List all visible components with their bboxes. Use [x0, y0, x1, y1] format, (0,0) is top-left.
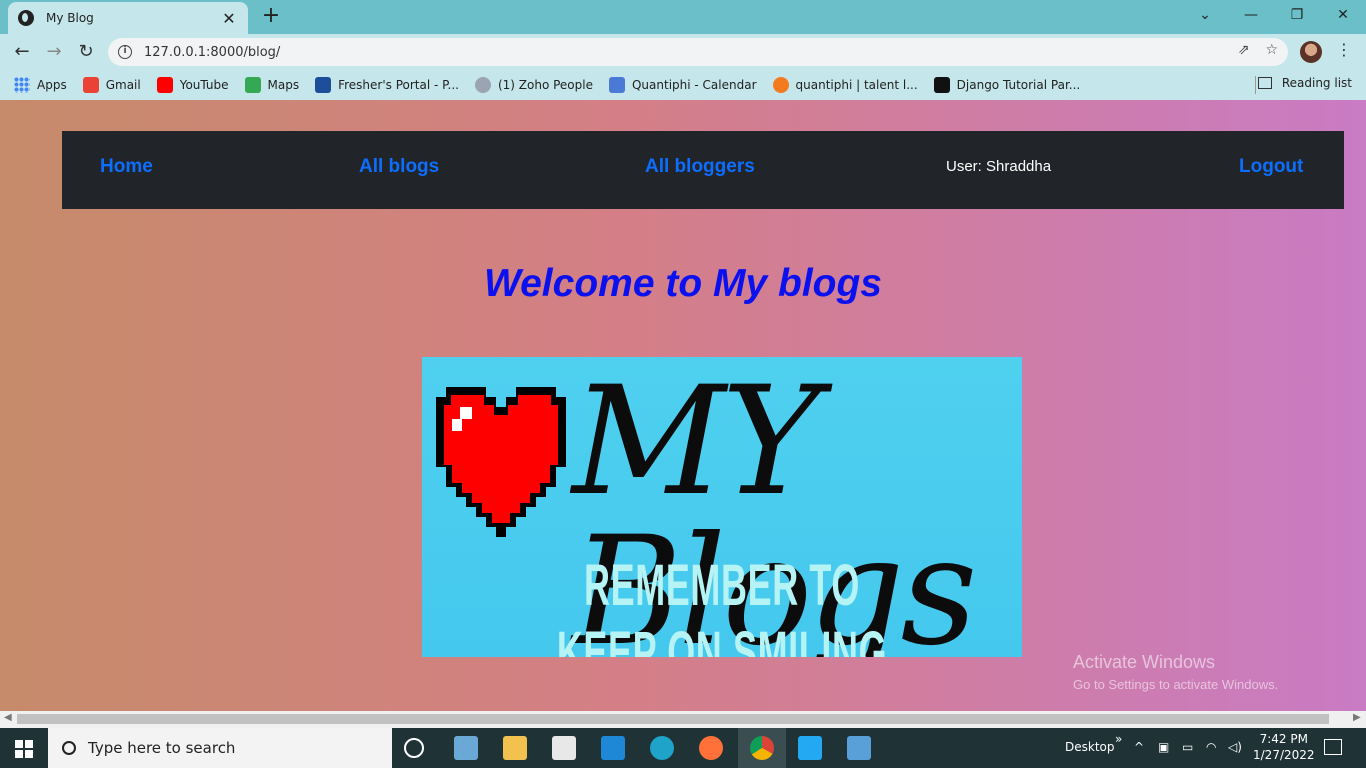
- clock-date: 1/27/2022: [1253, 748, 1315, 762]
- close-tab-icon[interactable]: ✕: [220, 9, 238, 28]
- nav-all-blogs-link[interactable]: All blogs: [359, 156, 439, 178]
- reading-list-icon: [1257, 77, 1272, 89]
- banner-tagline: REMEMBER TO KEEP ON SMILING: [556, 553, 888, 657]
- page-viewport: Home All blogs All bloggers User: Shradd…: [0, 100, 1366, 711]
- mail-icon[interactable]: [601, 736, 625, 760]
- scroll-left-arrow-icon[interactable]: ◀: [4, 712, 12, 723]
- close-window-button[interactable]: ✕: [1320, 2, 1366, 30]
- app-icon[interactable]: [847, 736, 871, 760]
- bookmark-star-icon[interactable]: ☆: [1265, 42, 1278, 58]
- share-icon[interactable]: ⇗: [1238, 42, 1250, 58]
- browser-tab[interactable]: My Blog ✕: [8, 2, 248, 34]
- current-user-label: User: Shraddha: [946, 158, 1052, 175]
- bookmark-youtube[interactable]: YouTube: [156, 77, 229, 93]
- globe-icon: [18, 10, 34, 26]
- apps-grid-icon: [14, 77, 30, 93]
- volume-icon[interactable]: ◁): [1228, 740, 1242, 754]
- cortana-icon[interactable]: [404, 738, 424, 758]
- quantiphi-icon: [772, 77, 789, 93]
- blog-banner-image: MY Blogs REMEMBER TO KEEP ON SMILING: [422, 357, 1022, 657]
- toolbar-expand-icon[interactable]: »: [1115, 732, 1122, 746]
- watermark-subtitle: Go to Settings to activate Windows.: [1073, 677, 1279, 692]
- battery-icon[interactable]: ▭: [1182, 740, 1193, 754]
- system-clock[interactable]: 7:42 PM 1/27/2022: [1253, 731, 1315, 763]
- address-bar-row: ← → ↻ i 127.0.0.1:8000/blog/ ⇗ ☆ ⋮: [0, 34, 1366, 70]
- vscode-icon[interactable]: [798, 736, 822, 760]
- store-icon[interactable]: [552, 736, 576, 760]
- site-info-icon[interactable]: i: [118, 45, 132, 59]
- search-icon: [62, 741, 76, 755]
- scroll-right-arrow-icon[interactable]: ▶: [1353, 712, 1361, 723]
- taskbar-search-box[interactable]: Type here to search: [48, 728, 392, 768]
- pixel-heart-icon: [436, 387, 566, 537]
- search-placeholder: Type here to search: [88, 739, 236, 757]
- forward-arrow-icon[interactable]: →: [42, 40, 66, 64]
- tab-title: My Blog: [46, 11, 94, 25]
- tray-chevron-icon[interactable]: ^: [1134, 740, 1144, 754]
- clock-time: 7:42 PM: [1259, 732, 1308, 746]
- bookmark-django-tutorial[interactable]: Django Tutorial Par...: [933, 77, 1080, 93]
- browser-tab-strip: My Blog ✕ + ⌄ — ❐ ✕: [0, 0, 1366, 34]
- django-icon: [933, 77, 950, 93]
- bookmark-quantiphi-talent[interactable]: quantiphi | talent l...: [772, 77, 918, 93]
- desktop-toolbar-label[interactable]: Desktop: [1065, 740, 1115, 754]
- restore-button[interactable]: ❐: [1274, 2, 1320, 30]
- freshers-portal-icon: [315, 77, 332, 93]
- file-explorer-icon[interactable]: [503, 736, 527, 760]
- scrollbar-thumb[interactable]: [17, 714, 1329, 724]
- maps-icon: [244, 77, 261, 93]
- page-title: Welcome to My blogs: [484, 262, 882, 305]
- meet-now-icon[interactable]: ▣: [1158, 740, 1169, 754]
- zoho-icon: [474, 77, 491, 93]
- new-tab-button[interactable]: +: [258, 4, 284, 30]
- watermark-title: Activate Windows: [1073, 652, 1216, 672]
- url-text[interactable]: 127.0.0.1:8000/blog/: [144, 45, 280, 60]
- windows-start-icon[interactable]: [15, 740, 33, 758]
- firefox-icon[interactable]: [699, 736, 723, 760]
- bookmarks-bar: Apps Gmail YouTube Maps Fresher's Portal…: [0, 70, 1366, 100]
- profile-avatar[interactable]: [1300, 41, 1322, 63]
- bookmark-maps[interactable]: Maps: [244, 77, 299, 93]
- back-arrow-icon[interactable]: ←: [10, 40, 34, 64]
- reload-icon[interactable]: ↻: [74, 40, 98, 64]
- bookmark-gmail[interactable]: Gmail: [82, 77, 141, 93]
- chrome-icon[interactable]: [750, 736, 774, 760]
- notification-icon[interactable]: [1324, 739, 1342, 755]
- horizontal-scrollbar[interactable]: ◀ ▶: [0, 711, 1366, 728]
- nav-logout-link[interactable]: Logout: [1239, 156, 1303, 178]
- nav-home-link[interactable]: Home: [100, 156, 153, 178]
- reading-list-button[interactable]: Reading list: [1257, 76, 1352, 90]
- bookmark-freshers-portal[interactable]: Fresher's Portal - P...: [315, 77, 459, 93]
- youtube-icon: [156, 77, 173, 93]
- bookmark-quantiphi-calendar[interactable]: Quantiphi - Calendar: [608, 77, 757, 93]
- bookmarks-separator: [1255, 76, 1256, 94]
- browser-menu-icon[interactable]: ⋮: [1336, 40, 1352, 59]
- calendar-icon: [608, 77, 625, 93]
- edge-icon[interactable]: [650, 736, 674, 760]
- tab-search-button[interactable]: ⌄: [1182, 2, 1228, 30]
- gmail-icon: [82, 77, 99, 93]
- photos-icon[interactable]: [454, 736, 478, 760]
- omnibox[interactable]: i 127.0.0.1:8000/blog/ ⇗ ☆: [108, 38, 1288, 66]
- site-navbar: Home All blogs All bloggers User: Shradd…: [62, 131, 1344, 209]
- bookmark-apps[interactable]: Apps: [14, 77, 67, 93]
- minimize-button[interactable]: —: [1228, 2, 1274, 30]
- activate-windows-watermark: Activate Windows Go to Settings to activ…: [1073, 652, 1278, 692]
- bookmark-zoho-people[interactable]: (1) Zoho People: [474, 77, 593, 93]
- windows-taskbar: Type here to search Desktop » ^ ▣ ▭ ◠ ◁)…: [0, 728, 1366, 768]
- wifi-icon[interactable]: ◠: [1206, 740, 1216, 754]
- nav-all-bloggers-link[interactable]: All bloggers: [645, 156, 755, 178]
